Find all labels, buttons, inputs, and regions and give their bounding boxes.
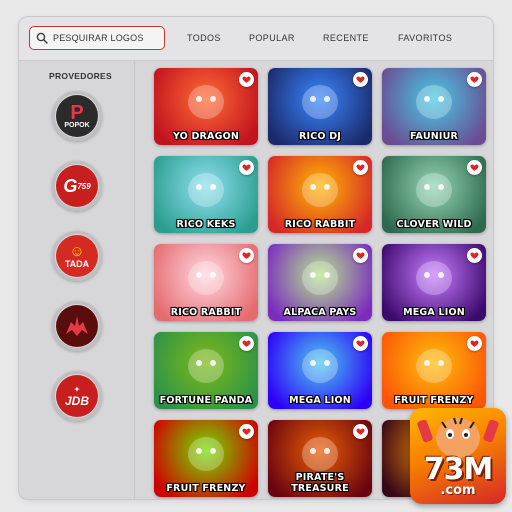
heart-icon (470, 164, 479, 171)
heart-icon (470, 340, 479, 347)
game-title: MEGA LION (289, 395, 351, 406)
search-box[interactable] (29, 26, 165, 50)
jdb-ornament-icon: ✦ (73, 384, 81, 394)
game-card[interactable]: RICO KEKS (154, 156, 258, 233)
game-card[interactable]: ALPACA PAYS (268, 244, 372, 321)
top-bar: TODOS POPULAR RECENTE FAVORITOS (19, 17, 493, 61)
dragon-logo (56, 305, 98, 347)
g759-logo: G 759 (56, 165, 98, 207)
tiger-mascot-icon (417, 417, 499, 458)
tada-sun-icon: ☺ (69, 242, 85, 260)
favorite-button[interactable] (239, 336, 254, 351)
heart-icon (242, 76, 251, 83)
provider-popok[interactable]: P POPOK (52, 91, 102, 141)
game-title: ALPACA PAYS (283, 307, 357, 318)
game-title: MEGA LION (403, 307, 465, 318)
game-title: FRUIT FRENZY (166, 483, 246, 494)
heart-icon (470, 252, 479, 259)
tab-favoritos[interactable]: FAVORITOS (398, 33, 452, 43)
jdb-label: JDB (64, 393, 89, 408)
search-input[interactable] (53, 33, 163, 43)
heart-icon (356, 428, 365, 435)
favorite-button[interactable] (239, 248, 254, 263)
favorite-button[interactable] (353, 248, 368, 263)
tab-recente[interactable]: RECENTE (323, 33, 369, 43)
favorite-button[interactable] (467, 248, 482, 263)
sidebar-title: PROVEDORES (49, 71, 112, 81)
provider-tada[interactable]: ☺ TADA (52, 231, 102, 281)
game-title: YO DRAGON (172, 131, 240, 142)
favorite-button[interactable] (239, 424, 254, 439)
provider-dragon[interactable] (52, 301, 102, 351)
brand-domain: .com (440, 483, 476, 498)
brand-logo: 73M .com (410, 408, 506, 504)
jdb-logo: ✦ JDB (56, 375, 98, 417)
game-card[interactable]: FORTUNE PANDA (154, 332, 258, 409)
game-card[interactable]: FRUIT FRENZY (154, 420, 258, 497)
game-card[interactable]: MEGA LION (268, 332, 372, 409)
tada-logo: ☺ TADA (56, 235, 98, 277)
tab-popular[interactable]: POPULAR (249, 33, 295, 43)
favorite-button[interactable] (239, 72, 254, 87)
game-title: FORTUNE PANDA (159, 395, 253, 406)
game-card[interactable]: RICO DJ (268, 68, 372, 145)
game-title: FAUNIUR (409, 131, 459, 142)
search-icon (36, 32, 48, 44)
g759-mark: G (63, 175, 78, 196)
favorite-button[interactable] (353, 336, 368, 351)
heart-icon (242, 340, 251, 347)
game-card[interactable]: FRUIT FRENZY (382, 332, 486, 409)
favorite-button[interactable] (353, 72, 368, 87)
tab-todos[interactable]: TODOS (187, 33, 221, 43)
favorite-button[interactable] (353, 424, 368, 439)
brand-name: 73M (423, 452, 494, 487)
game-card[interactable]: CLOVER WILD (382, 156, 486, 233)
game-card[interactable]: FAUNIUR (382, 68, 486, 145)
popok-mark: P (70, 101, 84, 124)
game-title: CLOVER WILD (396, 219, 472, 230)
favorite-button[interactable] (353, 160, 368, 175)
game-card[interactable]: MEGA LION (382, 244, 486, 321)
g759-label: 759 (77, 181, 91, 191)
favorite-button[interactable] (467, 160, 482, 175)
heart-icon (242, 252, 251, 259)
heart-icon (470, 76, 479, 83)
provider-jdb[interactable]: ✦ JDB (52, 371, 102, 421)
popok-logo: P POPOK (56, 95, 98, 137)
game-title: RICO KEKS (176, 219, 236, 230)
game-title: PIRATE'S TREASURE (291, 472, 349, 494)
heart-icon (356, 76, 365, 83)
heart-icon (356, 164, 365, 171)
game-card[interactable]: RICO RABBIT (154, 244, 258, 321)
heart-icon (242, 164, 251, 171)
provider-759[interactable]: G 759 (52, 161, 102, 211)
favorite-button[interactable] (467, 336, 482, 351)
favorite-button[interactable] (467, 72, 482, 87)
game-card[interactable]: RICO RABBIT (268, 156, 372, 233)
heart-icon (242, 428, 251, 435)
popok-label: POPOK (64, 121, 90, 129)
dragon-icon (66, 316, 88, 336)
favorite-button[interactable] (239, 160, 254, 175)
game-title: RICO RABBIT (170, 307, 242, 318)
tada-label: TADA (64, 258, 90, 269)
game-title: RICO DJ (298, 131, 342, 142)
heart-icon (356, 252, 365, 259)
providers-sidebar: PROVEDORES P POPOK G 759 ☺ TADA ✦ JDB (19, 61, 135, 499)
game-card[interactable]: YO DRAGON (154, 68, 258, 145)
heart-icon (356, 340, 365, 347)
game-title: RICO RABBIT (284, 219, 356, 230)
game-card[interactable]: PIRATE'S TREASURE (268, 420, 372, 497)
game-title: FRUIT FRENZY (394, 395, 474, 406)
